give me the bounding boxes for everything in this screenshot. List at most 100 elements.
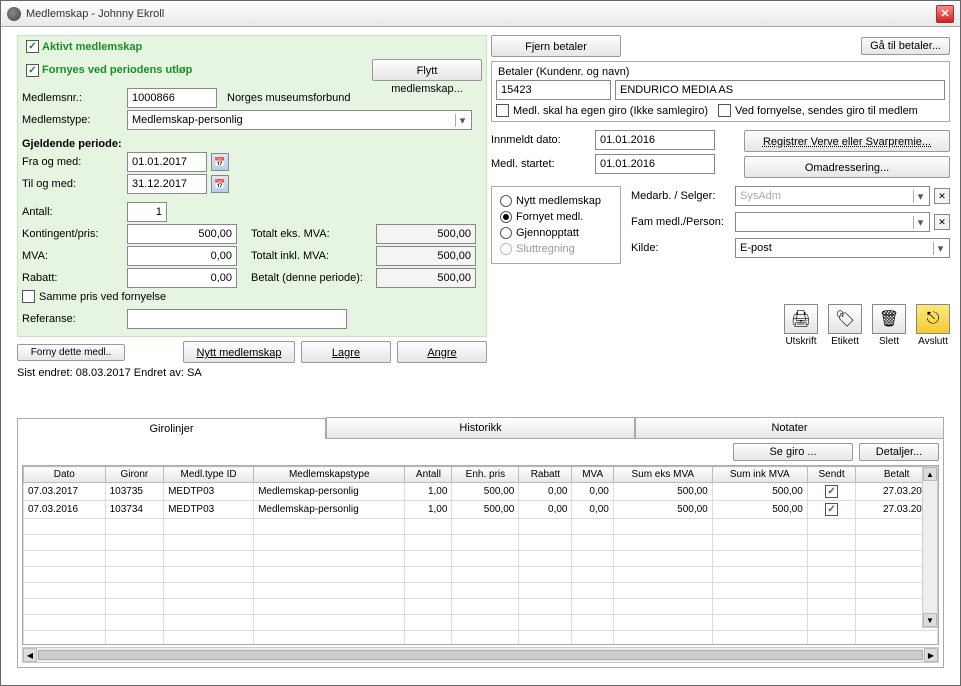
- forny-button[interactable]: Forny dette medl..: [17, 344, 125, 361]
- avslutt-button[interactable]: ⎋Avslutt: [916, 304, 950, 347]
- til-input[interactable]: [127, 174, 207, 194]
- table-row[interactable]: [24, 631, 938, 646]
- utskrift-button[interactable]: 🖨Utskrift: [784, 304, 818, 347]
- betalt-label: Betalt (denne periode):: [251, 272, 376, 284]
- medlstart-label: Medl. startet:: [491, 158, 591, 170]
- calendar-icon[interactable]: 📅: [211, 175, 229, 193]
- registrer-verve-button[interactable]: Registrer Verve eller Svarpremie...: [744, 130, 950, 152]
- giro-table: DatoGironrMedl.type IDMedlemskapstypeAnt…: [23, 466, 938, 645]
- referanse-input[interactable]: [127, 309, 347, 329]
- scroll-thumb[interactable]: [38, 650, 923, 660]
- chevron-down-icon: ▾: [913, 190, 927, 203]
- table-scrollbar-vertical[interactable]: ▲ ▼: [922, 466, 938, 628]
- kilde-value: E-post: [740, 242, 772, 254]
- betaler-navn-input[interactable]: [615, 80, 945, 100]
- table-row[interactable]: [24, 567, 938, 583]
- active-membership-checkbox[interactable]: [26, 40, 39, 53]
- table-row[interactable]: 07.03.2017103735MEDTP03Medlemskap-person…: [24, 483, 938, 501]
- column-header[interactable]: Medlemskapstype: [254, 467, 405, 483]
- mva-input[interactable]: [127, 246, 237, 266]
- org-name-label: Norges museumsforbund: [227, 92, 351, 104]
- calendar-icon[interactable]: 📅: [211, 153, 229, 171]
- close-button[interactable]: ✕: [936, 5, 954, 23]
- gjeldende-periode-label: Gjeldende periode:: [22, 138, 127, 150]
- column-header[interactable]: MVA: [572, 467, 613, 483]
- fra-label: Fra og med:: [22, 156, 127, 168]
- medlemsnr-input[interactable]: [127, 88, 217, 108]
- radio-gjennopptatt[interactable]: [500, 227, 512, 239]
- mva-label: MVA:: [22, 250, 127, 262]
- slett-button[interactable]: 🗑Slett: [872, 304, 906, 347]
- table-row[interactable]: [24, 519, 938, 535]
- column-header[interactable]: Dato: [24, 467, 106, 483]
- scroll-up-icon[interactable]: ▲: [923, 467, 937, 481]
- nytt-medlemskap-button[interactable]: Nytt medlemskap: [183, 341, 295, 363]
- clear-fam-button[interactable]: ✕: [934, 214, 950, 230]
- window-title: Medlemskap - Johnny Ekroll: [26, 8, 936, 20]
- tab-notater[interactable]: Notater: [635, 417, 944, 438]
- renew-checkbox[interactable]: [26, 64, 39, 77]
- clear-medarb-button[interactable]: ✕: [934, 188, 950, 204]
- medarb-select[interactable]: SysAdm▾: [735, 186, 930, 206]
- radio-gjennopptatt-label: Gjennopptatt: [516, 227, 579, 239]
- kontingent-input[interactable]: [127, 224, 237, 244]
- table-row[interactable]: [24, 535, 938, 551]
- column-header[interactable]: Antall: [405, 467, 452, 483]
- fam-select[interactable]: ▾: [735, 212, 930, 232]
- samme-pris-label: Samme pris ved fornyelse: [39, 291, 166, 303]
- column-header[interactable]: Sum ink MVA: [712, 467, 807, 483]
- radio-fornyet[interactable]: [500, 211, 512, 223]
- table-row[interactable]: [24, 615, 938, 631]
- tab-historikk[interactable]: Historikk: [326, 417, 635, 438]
- antall-input[interactable]: [127, 202, 167, 222]
- kilde-select[interactable]: E-post ▾: [735, 238, 950, 258]
- rabatt-input[interactable]: [127, 268, 237, 288]
- flytt-medlemskap-button[interactable]: Flytt medlemskap...: [372, 59, 482, 81]
- sendt-checkbox[interactable]: [825, 485, 838, 498]
- medlemstype-select[interactable]: Medlemskap-personlig ▾: [127, 110, 472, 130]
- tab-girolinjer[interactable]: Girolinjer: [17, 418, 326, 439]
- table-row[interactable]: [24, 583, 938, 599]
- etikett-button[interactable]: 🏷Etikett: [828, 304, 862, 347]
- egen-giro-checkbox[interactable]: [496, 104, 509, 117]
- betalt-output: [376, 268, 476, 288]
- column-header[interactable]: Gironr: [105, 467, 164, 483]
- chevron-down-icon: ▾: [913, 216, 927, 229]
- detaljer-button[interactable]: Detaljer...: [859, 443, 939, 461]
- table-row[interactable]: 07.03.2016103734MEDTP03Medlemskap-person…: [24, 501, 938, 519]
- egen-giro-label: Medl. skal ha egen giro (Ikke samlegiro): [513, 105, 708, 117]
- column-header[interactable]: Medl.type ID: [164, 467, 254, 483]
- fornyelse-giro-checkbox[interactable]: [718, 104, 731, 117]
- sendt-checkbox[interactable]: [825, 503, 838, 516]
- column-header[interactable]: Sendt: [807, 467, 856, 483]
- scroll-down-icon[interactable]: ▼: [923, 613, 937, 627]
- app-icon: [7, 7, 21, 21]
- medlstart-input[interactable]: [595, 154, 715, 174]
- table-row[interactable]: [24, 599, 938, 615]
- lagre-button[interactable]: Lagre: [301, 341, 391, 363]
- column-header[interactable]: Rabatt: [519, 467, 572, 483]
- fornyelse-giro-label: Ved fornyelse, sendes giro til medlem: [735, 105, 918, 117]
- tot-eks-label: Totalt eks. MVA:: [251, 228, 376, 240]
- column-header[interactable]: Enh. pris: [452, 467, 519, 483]
- column-header[interactable]: Sum eks MVA: [613, 467, 712, 483]
- se-giro-button[interactable]: Se giro ...: [733, 443, 853, 461]
- medarb-label: Medarb. / Selger:: [631, 190, 731, 202]
- omadressering-button[interactable]: Omadressering...: [744, 156, 950, 178]
- innmeldt-label: Innmeldt dato:: [491, 134, 591, 146]
- referanse-label: Referanse:: [22, 313, 127, 325]
- gaa-til-betaler-button[interactable]: Gå til betaler...: [861, 37, 950, 55]
- betaler-nr-input[interactable]: [496, 80, 611, 100]
- angre-button[interactable]: Angre: [397, 341, 487, 363]
- scroll-left-icon[interactable]: ◀: [23, 648, 37, 662]
- table-row[interactable]: [24, 551, 938, 567]
- fjern-betaler-button[interactable]: Fjern betaler: [491, 35, 621, 57]
- fra-input[interactable]: [127, 152, 207, 172]
- chevron-down-icon: ▾: [455, 114, 469, 127]
- samme-pris-checkbox[interactable]: [22, 290, 35, 303]
- innmeldt-input[interactable]: [595, 130, 715, 150]
- scroll-right-icon[interactable]: ▶: [924, 648, 938, 662]
- radio-nytt[interactable]: [500, 195, 512, 207]
- chevron-down-icon: ▾: [933, 242, 947, 255]
- table-scrollbar-horizontal[interactable]: ◀ ▶: [22, 647, 939, 663]
